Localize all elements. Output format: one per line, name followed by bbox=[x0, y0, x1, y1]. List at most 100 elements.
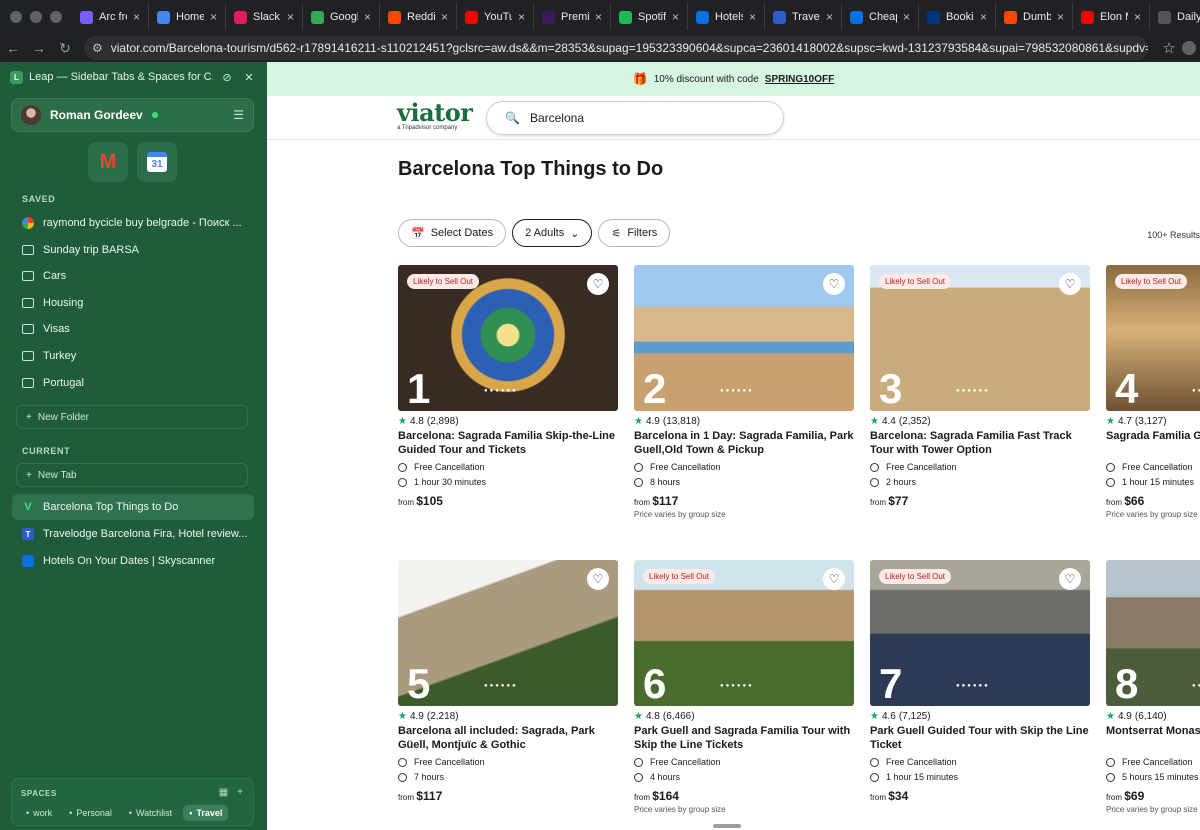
minimize-window-button[interactable] bbox=[30, 11, 42, 23]
product-title[interactable]: Sagrada Familia G Line Ticket bbox=[1106, 429, 1200, 457]
browser-tab[interactable]: Reddi × bbox=[380, 4, 457, 30]
product-photo[interactable]: Likely to Sell Out ♡ 6 ●●●●●● bbox=[634, 560, 854, 706]
current-tab-item[interactable]: T Travelodge Barcelona Fira, Hotel review… bbox=[12, 521, 254, 547]
back-arrow-icon[interactable]: ← bbox=[0, 40, 26, 56]
filters-button[interactable]: ⚟ Filters bbox=[598, 219, 671, 247]
close-tab-icon[interactable]: × bbox=[980, 10, 987, 24]
browser-tab[interactable]: Home × bbox=[149, 4, 226, 30]
close-tab-icon[interactable]: × bbox=[1057, 10, 1064, 24]
browser-tab[interactable]: Travel × bbox=[765, 4, 842, 30]
promo-code-link[interactable]: SPRING10OFF bbox=[765, 74, 834, 85]
browser-tab[interactable]: Bookin × bbox=[919, 4, 996, 30]
product-title[interactable]: Barcelona: Sagrada Familia Skip-the-Line… bbox=[398, 429, 618, 457]
heart-icon[interactable]: ♡ bbox=[823, 273, 845, 295]
heart-icon[interactable]: ♡ bbox=[1059, 273, 1081, 295]
browser-tab[interactable]: Dumb × bbox=[996, 4, 1073, 30]
close-tab-icon[interactable]: × bbox=[595, 10, 602, 24]
browser-tab[interactable]: Cheap × bbox=[842, 4, 919, 30]
product-photo[interactable]: ♡ 2 ●●●●●● bbox=[634, 265, 854, 411]
product-title[interactable]: Barcelona: Sagrada Familia Fast Track To… bbox=[870, 429, 1090, 457]
browser-tab[interactable]: Elon M × bbox=[1073, 4, 1150, 30]
current-tab-item[interactable]: V Barcelona Top Things to Do bbox=[12, 494, 254, 520]
browser-tab[interactable]: YouTu × bbox=[457, 4, 534, 30]
product-title[interactable]: Barcelona all included: Sagrada, Park Gü… bbox=[398, 724, 618, 752]
heart-icon[interactable]: ♡ bbox=[823, 568, 845, 590]
heart-icon[interactable]: ♡ bbox=[1059, 568, 1081, 590]
carousel-dots[interactable]: ●●●●●● bbox=[956, 683, 990, 689]
browser-tab[interactable]: Premi × bbox=[534, 4, 611, 30]
product-card[interactable]: ♡ 2 ●●●●●● ★ 4.9 (13,818) Barcelona in 1 Day: … bbox=[634, 265, 854, 519]
select-dates-button[interactable]: 📅 Select Dates bbox=[398, 219, 507, 247]
add-space-icon[interactable]: + bbox=[237, 787, 243, 798]
calendar-pin[interactable]: 31 bbox=[137, 142, 177, 182]
carousel-dots[interactable]: ●●●●●● bbox=[484, 388, 518, 394]
close-tab-icon[interactable]: × bbox=[287, 10, 294, 24]
carousel-dots[interactable]: ●●●●●● bbox=[484, 683, 518, 689]
forward-arrow-icon[interactable]: → bbox=[26, 40, 52, 56]
pin-icon[interactable]: ⊘ bbox=[219, 71, 235, 84]
close-sidebar-icon[interactable]: ✕ bbox=[241, 71, 257, 84]
search-input[interactable]: 🔍 Barcelona bbox=[486, 101, 784, 135]
current-tab-item[interactable]: Hotels On Your Dates | Skyscanner bbox=[12, 548, 254, 574]
close-tab-icon[interactable]: × bbox=[672, 10, 679, 24]
saved-item[interactable]: Cars bbox=[12, 263, 254, 289]
settings-sliders-icon[interactable]: ☰ bbox=[233, 108, 244, 122]
new-folder-button[interactable]: + New Folder bbox=[16, 405, 248, 429]
carousel-dots[interactable]: ●●●●●● bbox=[1192, 683, 1200, 689]
product-photo[interactable]: Likely to Sell Out ♡ 1 ●●●●●● bbox=[398, 265, 618, 411]
heart-icon[interactable]: ♡ bbox=[587, 273, 609, 295]
close-window-button[interactable] bbox=[10, 11, 22, 23]
site-settings-icon[interactable]: ⚙ bbox=[92, 41, 103, 55]
reload-icon[interactable]: ↻ bbox=[52, 40, 78, 57]
saved-item[interactable]: Housing bbox=[12, 290, 254, 316]
product-card[interactable]: Likely to Sell Out ♡ 3 ●●●●●● ★ 4.4 (2,352) Bar… bbox=[870, 265, 1090, 508]
close-tab-icon[interactable]: × bbox=[364, 10, 371, 24]
product-card[interactable]: ♡ 5 ●●●●●● ★ 4.9 (2,218) Barcelona all include… bbox=[398, 560, 618, 803]
carousel-dots[interactable]: ●●●●●● bbox=[720, 683, 754, 689]
product-photo[interactable]: ♡8●●●●●● bbox=[1106, 560, 1200, 706]
browser-tab[interactable]: Daily× bbox=[1150, 4, 1200, 30]
carousel-dots[interactable]: ●●●●●● bbox=[1192, 388, 1200, 394]
browser-tab[interactable]: Googl × bbox=[303, 4, 380, 30]
space-tab[interactable]: • Personal bbox=[63, 805, 118, 821]
product-title[interactable]: Montserrat Monas Experience from B bbox=[1106, 724, 1200, 752]
carousel-dots[interactable]: ●●●●●● bbox=[720, 388, 754, 394]
space-tab[interactable]: • Travel bbox=[183, 805, 229, 821]
close-tab-icon[interactable]: × bbox=[518, 10, 525, 24]
product-card[interactable]: Likely to Sell Out ♡ 1 ●●●●●● ★ 4.8 (2,898) Bar… bbox=[398, 265, 618, 508]
new-tab-button[interactable]: + New Tab bbox=[16, 463, 248, 487]
product-photo[interactable]: Likely to Sell Out♡4●●●●●● bbox=[1106, 265, 1200, 411]
close-tab-icon[interactable]: × bbox=[441, 10, 448, 24]
space-tab[interactable]: • Watchlist bbox=[123, 805, 178, 821]
saved-item[interactable]: Sunday trip BARSA bbox=[12, 237, 254, 263]
saved-item[interactable]: raymond bycicle buy belgrade - Поиск ... bbox=[12, 210, 254, 236]
maximize-window-button[interactable] bbox=[50, 11, 62, 23]
product-photo[interactable]: ♡ 5 ●●●●●● bbox=[398, 560, 618, 706]
close-tab-icon[interactable]: × bbox=[826, 10, 833, 24]
saved-item[interactable]: Portugal bbox=[12, 370, 254, 396]
product-title[interactable]: Park Guell and Sagrada Familia Tour with… bbox=[634, 724, 854, 752]
gmail-pin[interactable]: M bbox=[88, 142, 128, 182]
browser-tab[interactable]: Hotels × bbox=[688, 4, 765, 30]
window-controls[interactable] bbox=[0, 11, 72, 23]
browser-tab[interactable]: Arc fro × bbox=[72, 4, 149, 30]
product-card[interactable]: Likely to Sell Out♡4●●●●●●★4.7(3,127)Sag… bbox=[1106, 265, 1200, 519]
carousel-dots[interactable]: ●●●●●● bbox=[956, 388, 990, 394]
profile-card[interactable]: Roman Gordeev ☰ bbox=[11, 98, 254, 132]
scrollbar-thumb[interactable] bbox=[713, 824, 741, 828]
close-tab-icon[interactable]: × bbox=[1134, 10, 1141, 24]
saved-item[interactable]: Turkey bbox=[12, 343, 254, 369]
heart-icon[interactable]: ♡ bbox=[587, 568, 609, 590]
product-card[interactable]: ♡8●●●●●●★4.9(6,140)Montserrat Monas Expe… bbox=[1106, 560, 1200, 814]
product-title[interactable]: Park Guell Guided Tour with Skip the Lin… bbox=[870, 724, 1090, 752]
saved-item[interactable]: Visas bbox=[12, 316, 254, 342]
product-photo[interactable]: Likely to Sell Out ♡ 3 ●●●●●● bbox=[870, 265, 1090, 411]
close-tab-icon[interactable]: × bbox=[133, 10, 140, 24]
browser-tab[interactable]: Spotif × bbox=[611, 4, 688, 30]
extension-icon[interactable] bbox=[1182, 41, 1196, 55]
close-tab-icon[interactable]: × bbox=[210, 10, 217, 24]
product-title[interactable]: Barcelona in 1 Day: Sagrada Familia, Par… bbox=[634, 429, 854, 457]
travelers-dropdown[interactable]: 2 Adults ⌄ bbox=[512, 219, 593, 247]
product-photo[interactable]: Likely to Sell Out ♡ 7 ●●●●●● bbox=[870, 560, 1090, 706]
space-tab[interactable]: • work bbox=[20, 805, 58, 821]
